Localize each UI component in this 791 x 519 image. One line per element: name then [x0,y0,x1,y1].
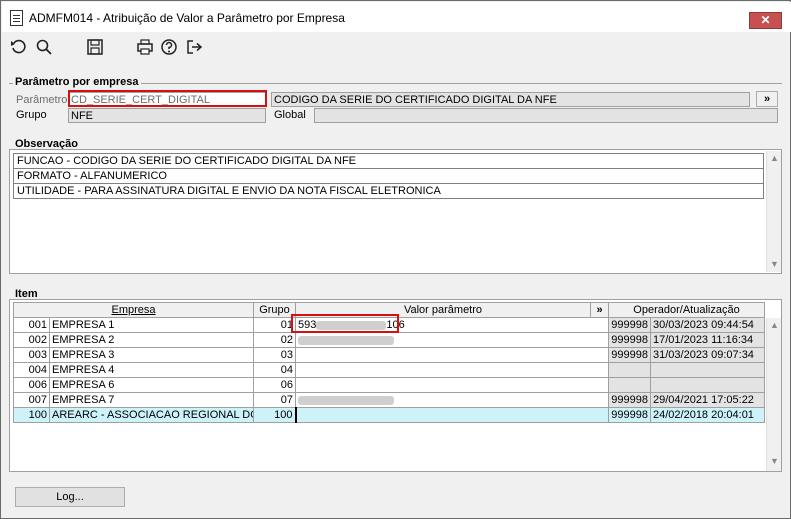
observacao-line-2: FORMATO - ALFANUMERICO [13,168,764,184]
row-empresa-name[interactable]: EMPRESA 2 [49,332,254,348]
redacted-value [298,395,394,405]
row-operador[interactable]: 999998 [608,347,651,363]
search-icon[interactable] [34,38,54,58]
parametro-highlight [68,90,267,107]
row-grupo[interactable]: 02 [253,332,296,348]
table-row[interactable]: 003 EMPRESA 3 03 999998 31/03/2023 09:07:34 [13,347,765,363]
col-expand-button[interactable]: » [590,302,609,318]
row-empresa-name[interactable]: EMPRESA 3 [49,347,254,363]
parametro-label: Parâmetro [16,94,68,106]
row-operador[interactable]: 999998 [608,392,651,408]
save-icon[interactable] [85,38,105,58]
row-atualizacao[interactable] [650,377,765,393]
row-empresa-code[interactable]: 003 [13,347,50,363]
observacao-line-1: FUNCAO - CODIGO DA SERIE DO CERTIFICADO … [13,153,764,169]
row-grupo[interactable]: 07 [253,392,296,408]
scroll-down-icon[interactable]: ▼ [767,454,782,469]
observacao-line-3: UTILIDADE - PARA ASSINATURA DIGITAL E EN… [13,183,764,199]
item-panel: Empresa Grupo Valor parâmetro » Operador… [9,299,782,472]
scroll-down-icon[interactable]: ▼ [767,257,782,272]
row-empresa-name[interactable]: EMPRESA 4 [49,362,254,378]
row-valor[interactable] [295,377,609,393]
observacao-scrollbar[interactable]: ▲ ▼ [766,151,781,272]
scroll-up-icon[interactable]: ▲ [767,318,782,333]
close-button[interactable]: ✕ [749,12,782,29]
table-row[interactable]: 007 EMPRESA 7 07 999998 29/04/2021 17:05:22 [13,392,765,408]
row-empresa-name[interactable]: EMPRESA 6 [49,377,254,393]
global-label: Global [274,109,306,121]
exit-icon[interactable] [184,38,204,58]
parametro-description-field: CODIGO DA SERIE DO CERTIFICADO DIGITAL D… [271,92,750,107]
observacao-panel: FUNCAO - CODIGO DA SERIE DO CERTIFICADO … [9,149,782,274]
row-grupo[interactable]: 04 [253,362,296,378]
document-icon [10,10,23,26]
row-operador[interactable]: 999998 [608,317,651,333]
global-field [314,108,778,123]
row-empresa-name[interactable]: EMPRESA 7 [49,392,254,408]
table-row[interactable]: 002 EMPRESA 2 02 999998 17/01/2023 11:16:34 [13,332,765,348]
table-row[interactable]: 100 AREARC - ASSOCIACAO REGIONAL DOS 100 99… [13,407,765,423]
grupo-field: NFE [68,108,266,123]
item-scrollbar[interactable]: ▲ ▼ [766,318,781,471]
row-grupo[interactable]: 03 [253,347,296,363]
row-valor[interactable] [294,407,609,423]
table-row[interactable]: 006 EMPRESA 6 06 [13,377,765,393]
col-operador[interactable]: Operador/Atualização [608,302,765,318]
row-empresa-code[interactable]: 100 [13,407,50,423]
table-row[interactable]: 004 EMPRESA 4 04 [13,362,765,378]
row-valor[interactable] [295,392,609,408]
row-grupo[interactable]: 100 [253,407,296,423]
row-grupo[interactable]: 01 [253,317,296,333]
log-button[interactable]: Log... [15,487,125,507]
row-atualizacao[interactable]: 24/02/2018 20:04:01 [650,407,765,423]
row-operador[interactable] [608,362,651,378]
row-valor[interactable] [295,347,609,363]
row-operador[interactable]: 999998 [608,332,651,348]
row-atualizacao[interactable]: 17/01/2023 11:16:34 [650,332,765,348]
row-atualizacao[interactable]: 30/03/2023 09:44:54 [650,317,765,333]
row-empresa-code[interactable]: 006 [13,377,50,393]
row-empresa-name[interactable]: EMPRESA 1 [49,317,254,333]
redacted-value [298,335,394,345]
row-operador[interactable] [608,377,651,393]
print-icon[interactable] [135,38,155,58]
row-empresa-name[interactable]: AREARC - ASSOCIACAO REGIONAL DOS [49,407,254,423]
row-empresa-code[interactable]: 007 [13,392,50,408]
valor-highlight [291,314,399,333]
row-atualizacao[interactable]: 31/03/2023 09:07:34 [650,347,765,363]
row-valor[interactable] [295,332,609,348]
row-valor[interactable] [295,362,609,378]
help-icon[interactable] [159,38,179,58]
row-empresa-code[interactable]: 002 [13,332,50,348]
app-window: ADMFM014 - Atribuição de Valor a Parâmet… [0,0,791,519]
col-grupo[interactable]: Grupo [253,302,296,318]
grupo-label: Grupo [16,109,47,121]
window-title: ADMFM014 - Atribuição de Valor a Parâmet… [29,11,345,25]
parametro-section-title: Parâmetro por empresa [13,76,141,88]
col-empresa[interactable]: Empresa [13,302,254,318]
undo-icon[interactable] [9,38,29,58]
scroll-up-icon[interactable]: ▲ [767,151,782,166]
row-grupo[interactable]: 06 [253,377,296,393]
row-atualizacao[interactable]: 29/04/2021 17:05:22 [650,392,765,408]
title-bar: ADMFM014 - Atribuição de Valor a Parâmet… [2,2,791,32]
row-empresa-code[interactable]: 001 [13,317,50,333]
row-atualizacao[interactable] [650,362,765,378]
row-operador[interactable]: 999998 [608,407,651,423]
row-empresa-code[interactable]: 004 [13,362,50,378]
parametro-expand-button[interactable]: » [756,91,778,107]
